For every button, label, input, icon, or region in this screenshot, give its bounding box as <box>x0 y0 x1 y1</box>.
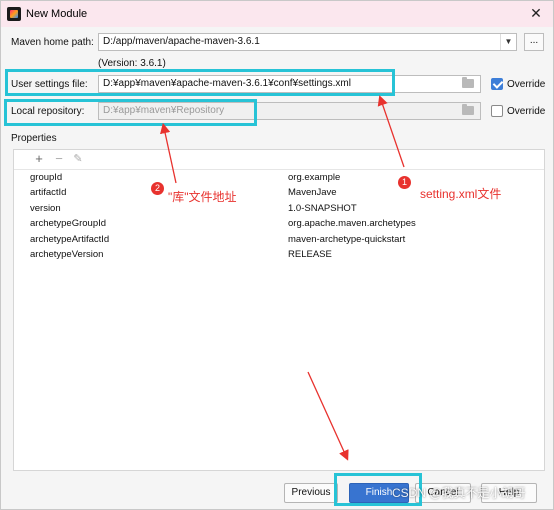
table-row[interactable]: groupId org.example <box>14 171 544 186</box>
user-settings-override-label: Override <box>507 79 546 90</box>
folder-icon[interactable] <box>462 77 474 88</box>
property-value: RELEASE <box>288 249 332 260</box>
property-value: 1.0-SNAPSHOT <box>288 203 357 214</box>
user-settings-label: User settings file: <box>11 79 88 90</box>
local-repository-value: D:¥app¥maven¥Repository <box>103 105 225 116</box>
annotation-text-1: setting.xml文件 <box>420 187 502 201</box>
local-repository-field[interactable]: D:¥app¥maven¥Repository <box>98 102 481 120</box>
property-key: archetypeArtifactId <box>30 234 110 245</box>
table-row[interactable]: archetypeArtifactId maven-archetype-quic… <box>14 233 544 248</box>
property-key: archetypeVersion <box>30 249 104 260</box>
property-value: org.example <box>288 172 341 183</box>
local-repository-override-label: Override <box>507 106 546 117</box>
property-value: maven-archetype-quickstart <box>288 234 406 245</box>
table-row[interactable]: archetypeVersion RELEASE <box>14 248 544 263</box>
user-settings-override-checkbox[interactable] <box>491 78 503 90</box>
maven-version-note: (Version: 3.6.1) <box>98 58 166 69</box>
maven-home-label: Maven home path: <box>11 37 94 48</box>
new-module-dialog: New Module ✕ Maven home path: D:/app/mav… <box>0 0 554 510</box>
chevron-down-icon[interactable]: ▼ <box>500 34 516 50</box>
user-settings-value: D:¥app¥maven¥apache-maven-3.6.1¥conf¥set… <box>103 78 351 89</box>
maven-home-combobox[interactable]: D:/app/maven/apache-maven-3.6.1 ▼ <box>98 33 517 51</box>
intellij-logo-icon <box>7 7 21 21</box>
local-repository-label: Local repository: <box>11 106 85 117</box>
title-bar: New Module ✕ <box>1 1 553 27</box>
add-icon[interactable]: + <box>32 152 46 166</box>
annotation-text-2: "库"文件地址 <box>168 190 237 204</box>
csdn-watermark: CSDN @我真不是小胡哥 <box>392 486 526 500</box>
local-repository-override-checkbox[interactable] <box>491 105 503 117</box>
property-key: version <box>30 203 61 214</box>
property-key: archetypeGroupId <box>30 218 107 229</box>
maven-home-value: D:/app/maven/apache-maven-3.6.1 <box>103 36 260 47</box>
properties-toolbar: + − ✎ <box>14 150 544 170</box>
table-row[interactable]: version 1.0-SNAPSHOT <box>14 202 544 217</box>
remove-icon[interactable]: − <box>52 152 66 166</box>
annotation-number-1: 1 <box>398 176 411 189</box>
edit-icon[interactable]: ✎ <box>71 152 85 166</box>
table-row[interactable]: archetypeGroupId org.apache.maven.archet… <box>14 217 544 232</box>
properties-heading: Properties <box>11 133 57 144</box>
user-settings-field[interactable]: D:¥app¥maven¥apache-maven-3.6.1¥conf¥set… <box>98 75 481 93</box>
annotation-number-2: 2 <box>151 182 164 195</box>
property-key: artifactId <box>30 187 67 198</box>
close-icon[interactable]: ✕ <box>527 4 545 22</box>
window-title: New Module <box>26 8 88 20</box>
property-value: MavenJave <box>288 187 337 198</box>
property-key: groupId <box>30 172 63 183</box>
property-value: org.apache.maven.archetypes <box>288 218 416 229</box>
folder-icon[interactable] <box>462 104 474 115</box>
previous-button[interactable]: Previous <box>284 483 338 503</box>
maven-home-browse-button[interactable]: ... <box>524 33 544 51</box>
